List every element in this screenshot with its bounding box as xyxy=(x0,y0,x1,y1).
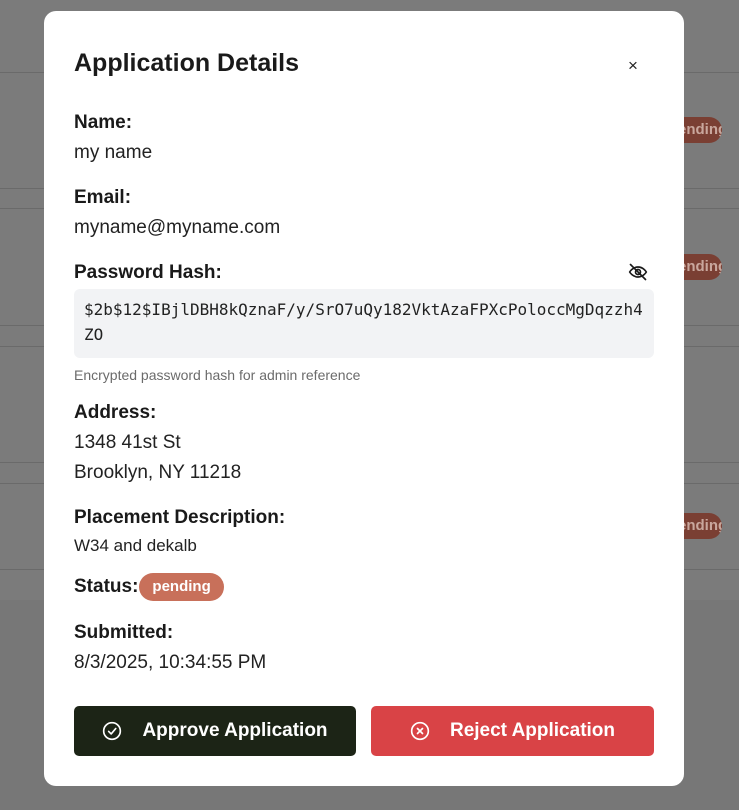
close-button[interactable]: × xyxy=(622,55,644,77)
name-field: Name: my name xyxy=(74,111,654,168)
name-label: Name: xyxy=(74,112,133,133)
reject-button-label: Reject Application xyxy=(449,720,616,741)
status-label: Status: xyxy=(74,576,139,597)
submitted-label: Submitted: xyxy=(74,622,174,643)
placement-description-value: W34 and dekalb xyxy=(74,536,197,555)
check-circle-icon xyxy=(103,721,122,741)
status-badge: pending xyxy=(139,573,224,601)
submitted-value: 8/3/2025, 10:34:55 PM xyxy=(74,652,267,673)
approve-application-button[interactable]: Approve Application xyxy=(74,706,356,756)
close-icon[interactable]: × xyxy=(628,56,638,75)
address-label: Address: xyxy=(74,402,157,423)
name-value: my name xyxy=(74,142,153,163)
address-line-1: 1348 41st St xyxy=(74,432,181,453)
status-field: Status: pending xyxy=(74,573,654,601)
password-hash-field: Password Hash: $2b$12$IBjlDBH8kQznaF/y/S… xyxy=(74,261,654,383)
password-hash-label: Password Hash: xyxy=(74,262,222,283)
address-field: Address: 1348 41st St Brooklyn, NY 11218 xyxy=(74,401,654,488)
address-line-2: Brooklyn, NY 11218 xyxy=(74,462,242,483)
approve-button-label: Approve Application xyxy=(142,720,328,741)
password-hash-value: $2b$12$IBjlDBH8kQznaF/y/SrO7uQy182VktAza… xyxy=(74,289,654,358)
password-hash-note: Encrypted password hash for admin refere… xyxy=(74,367,361,383)
modal-title: Application Details xyxy=(74,49,300,77)
email-label: Email: xyxy=(74,187,132,208)
eye-off-icon[interactable] xyxy=(628,262,648,282)
submitted-field: Submitted: 8/3/2025, 10:34:55 PM xyxy=(74,621,654,678)
email-field: Email: myname@myname.com xyxy=(74,186,654,243)
placement-description-field: Placement Description: W34 and dekalb xyxy=(74,506,654,558)
x-circle-icon xyxy=(410,721,430,741)
application-details-modal: Application Details × Name: my name Emai… xyxy=(44,11,684,786)
email-value: myname@myname.com xyxy=(74,217,281,238)
reject-application-button[interactable]: Reject Application xyxy=(371,706,654,756)
placement-description-label: Placement Description: xyxy=(74,507,286,528)
